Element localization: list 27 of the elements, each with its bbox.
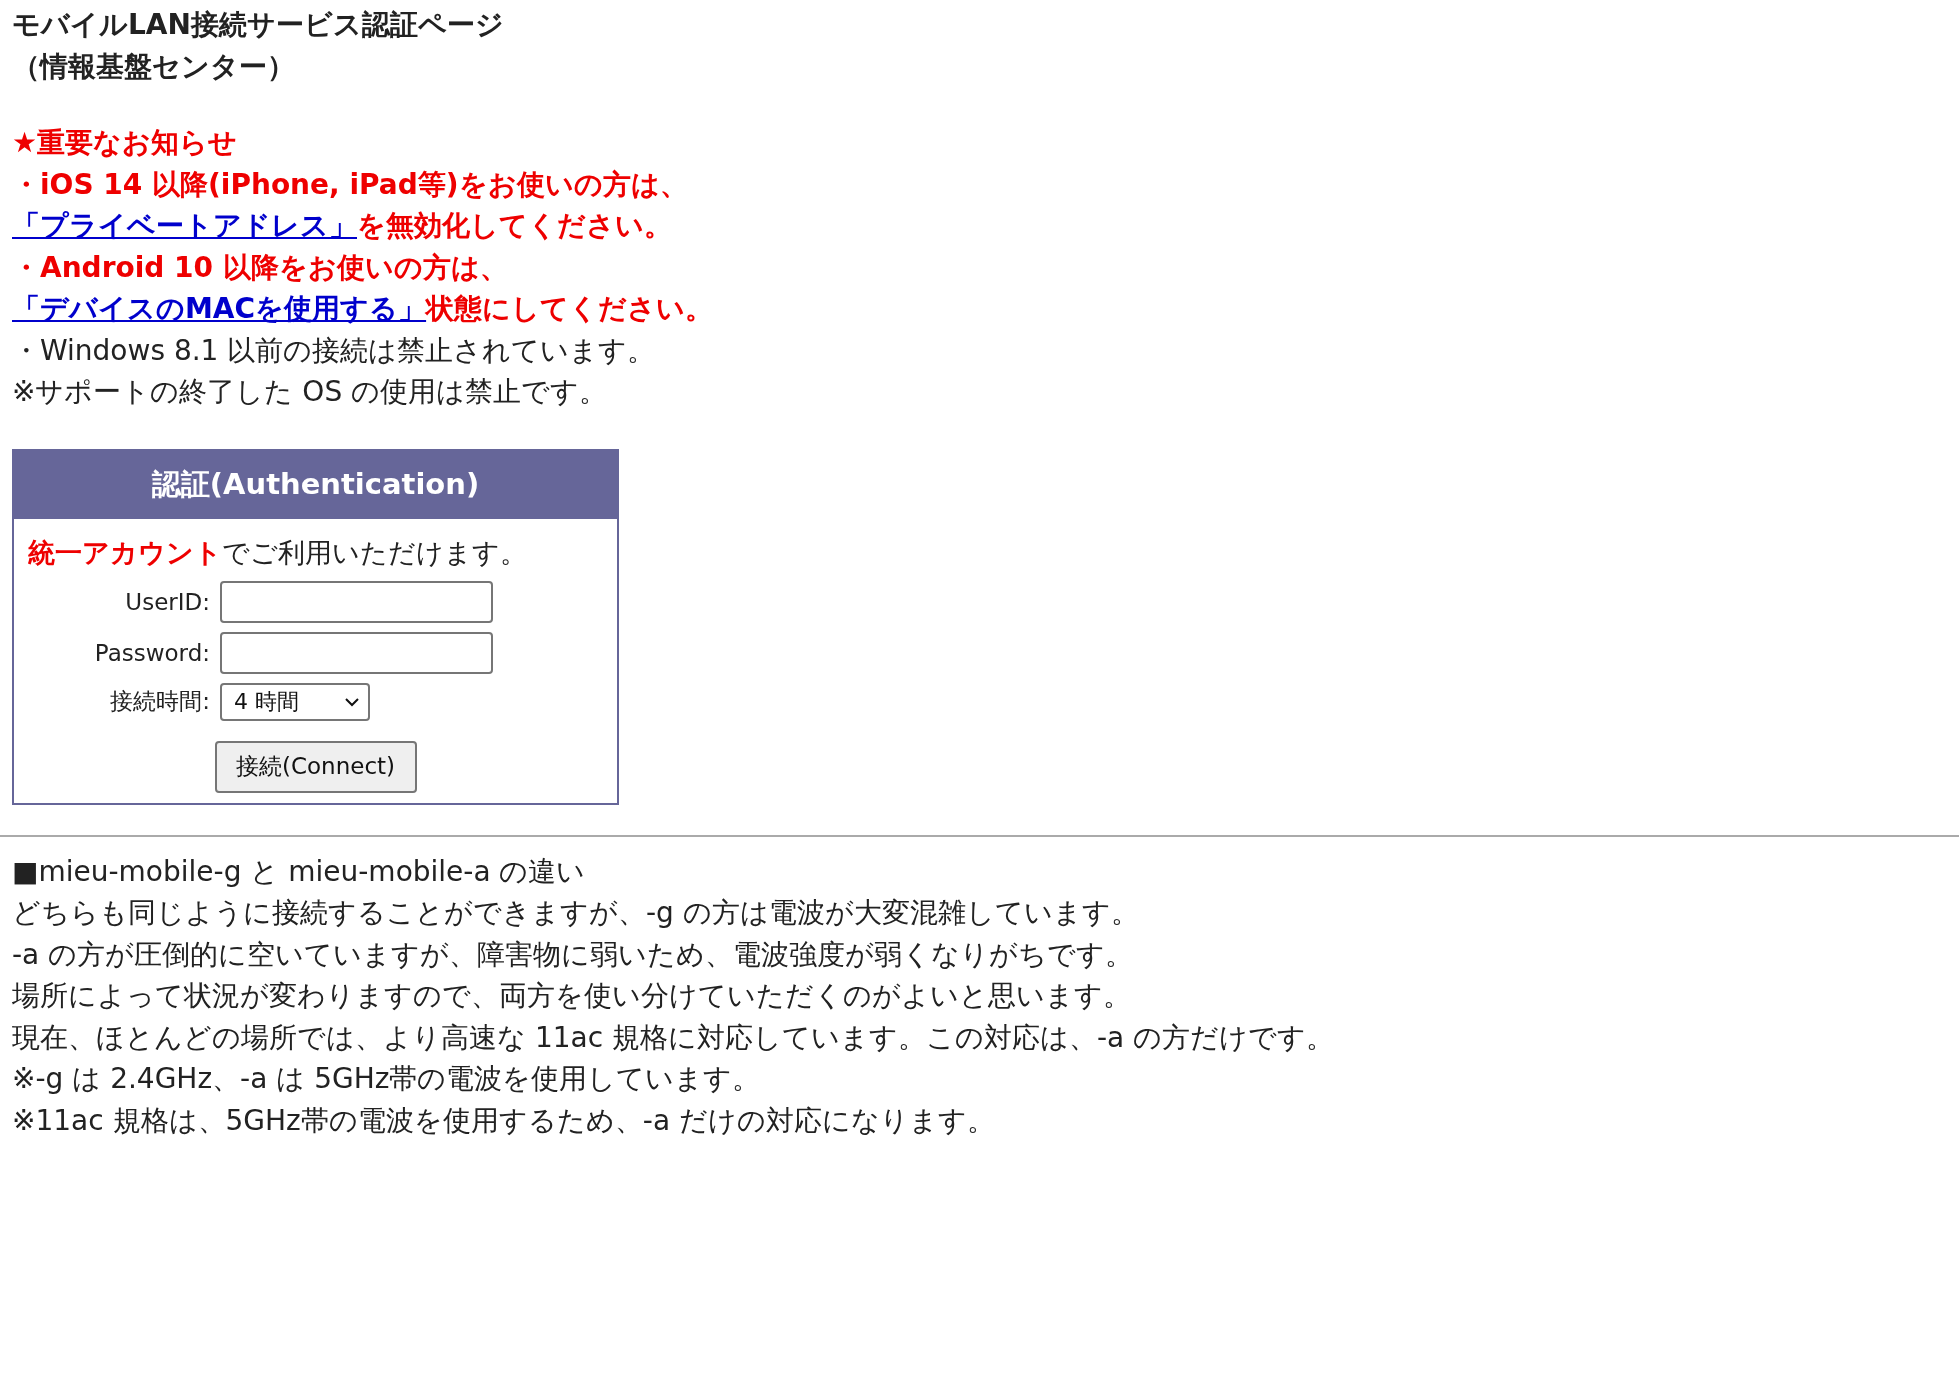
page-title: （情報基盤センター） [12,49,295,85]
notes-heading: ■mieu-mobile-g と mieu-mobile-a の違い [12,853,586,890]
notes-text: どちらも同じように接続することができますが、-g の方は電波が大変混雑しています。 [12,895,1139,931]
notice-heading: ★重要なお知らせ [12,125,238,161]
notice-text: 「デバイスのMACを使用する」状態にしてください。 [12,291,714,327]
page-title: モバイルLAN接続サービス認証ページ [12,7,504,43]
password-label: Password: [94,639,210,666]
notes-text: 場所によって状況が変わりますので、両方を使い分けていただくのがよいと思います。 [12,978,1131,1014]
notice-text: ※サポートの終了した OS の使用は禁止です。 [12,374,608,410]
duration-label: 接続時間: [110,687,210,716]
auth-header: 認証(Authentication) [14,450,617,519]
notice-text: ・Windows 8.1 以前の接続は禁止されています。 [12,332,656,369]
notice-text: ・iOS 14 以降(iPhone, iPad等)をお使いの方は、 [12,166,688,203]
notes-text: -a の方が圧倒的に空いていますが、障害物に弱いため、電波強度が弱くなりがちです。 [12,936,1134,973]
userid-label: UserID: [125,588,210,615]
auth-intro: 統一アカウントでご利用いただけます。 [28,535,528,570]
connect-button[interactable]: 接続(Connect) [214,740,417,793]
password-field[interactable] [220,631,493,674]
notes-text: 現在、ほとんどの場所では、より高速な 11ac 規格に対応しています。この対応は、-a の方だけです。 [12,1019,1335,1056]
userid-field[interactable] [220,580,493,623]
chevron-down-icon [344,696,360,707]
settings-link[interactable]: 「プライベートアドレス」 [12,209,357,242]
notes-text: ※-g は 2.4GHz、-a は 5GHz帯の電波を使用しています。 [12,1061,761,1097]
notice-text: ・Android 10 以降をお使いの方は、 [12,249,508,286]
notice-text: 「プライベートアドレス」を無効化してください。 [12,208,672,244]
notes-text: ※11ac 規格は、5GHz帯の電波を使用するため、-a だけの対応になります。 [12,1102,995,1139]
duration-dropdown[interactable]: 4 時間 [220,682,370,721]
